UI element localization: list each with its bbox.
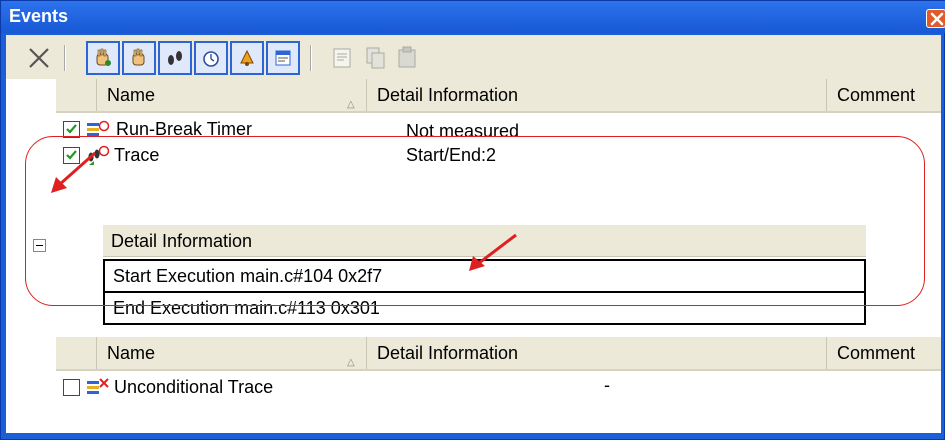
- annotation-arrow-icon: [469, 233, 517, 271]
- annotation-arrow-icon: [51, 151, 96, 193]
- annotation-arrows: [51, 151, 517, 271]
- events-window: Events Name △ Detail Information Comment…: [0, 0, 945, 440]
